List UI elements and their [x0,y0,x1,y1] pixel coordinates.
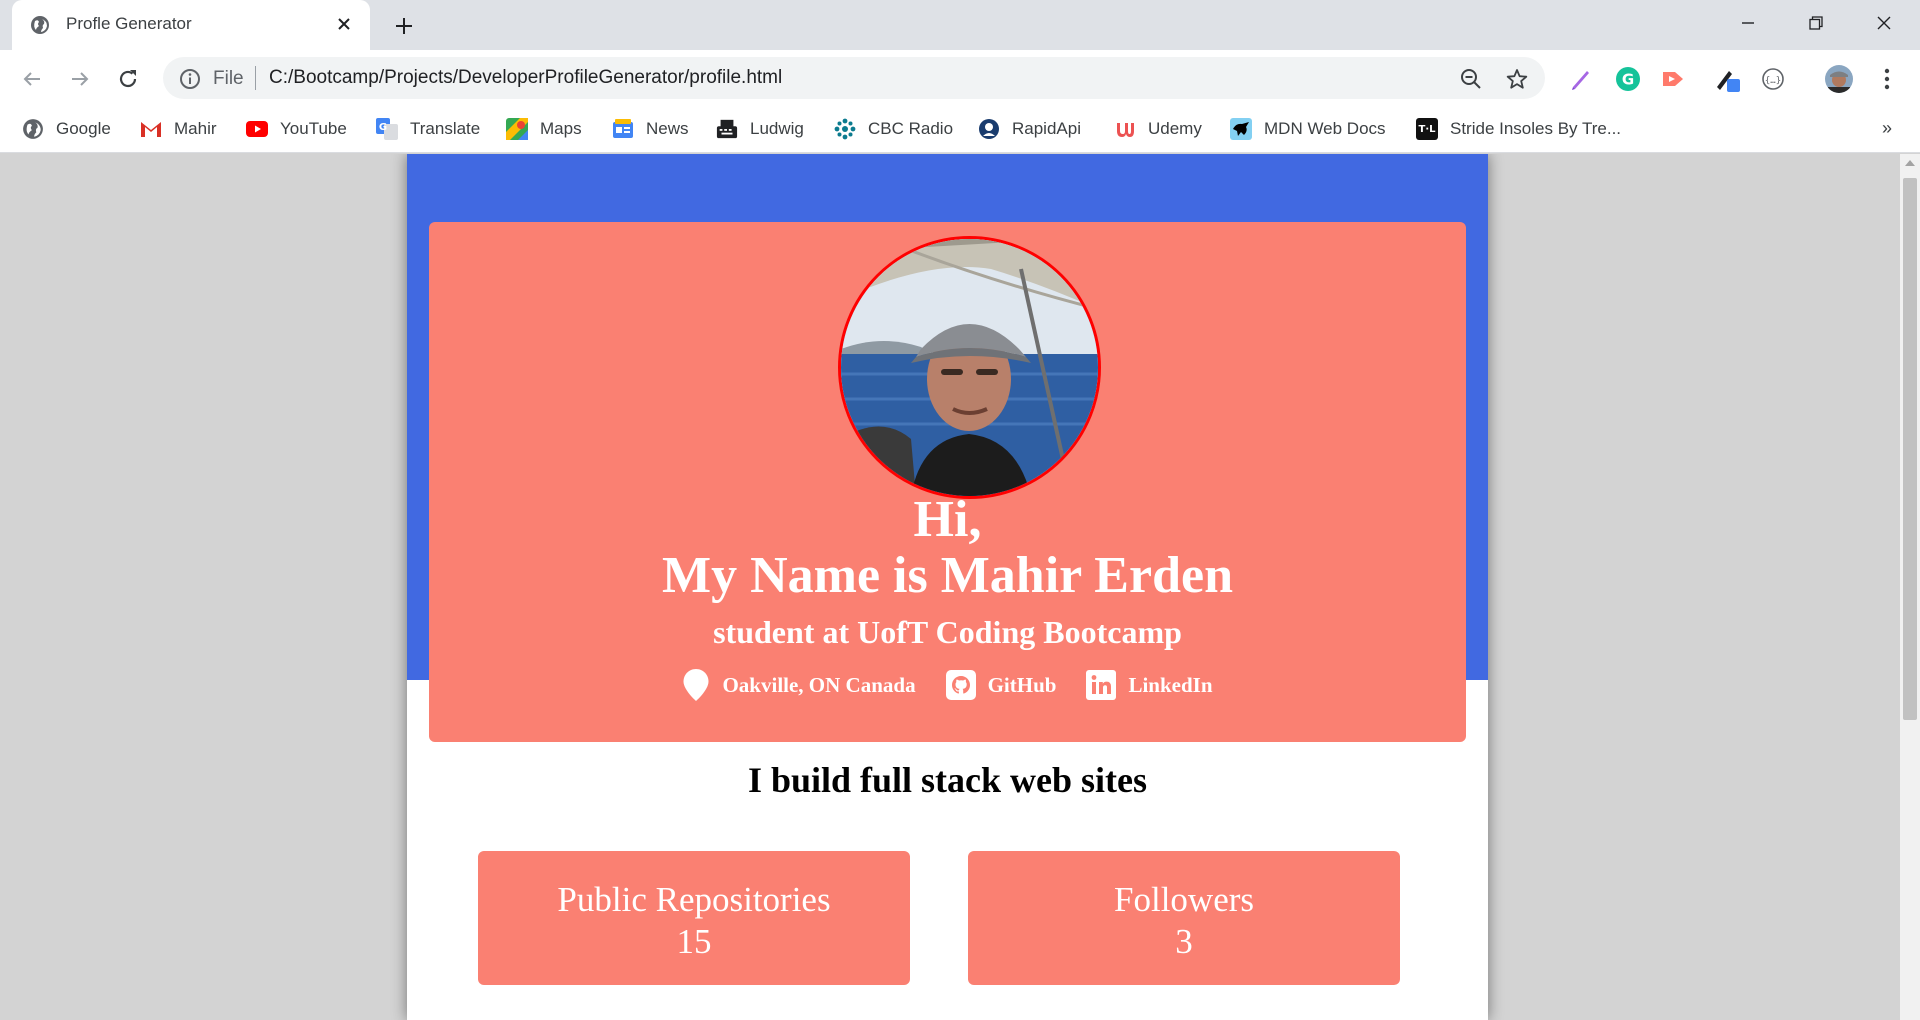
bookmark-label: YouTube [280,119,347,138]
cbc-icon [834,118,856,140]
page-viewport: Hi, My Name is Mahir Erden student at Uo… [0,154,1900,1020]
bookmark-star-icon[interactable] [1505,67,1529,91]
google-globe-icon [22,118,44,140]
mdn-icon [1230,118,1252,140]
bookmark-ludwig[interactable]: Ludwig [716,116,804,142]
browser-toolbar: File C:/Bootcamp/Projects/DeveloperProfi… [0,50,1920,106]
profile-avatar-icon[interactable] [1824,64,1854,94]
bookmarks-overflow-chevron-icon[interactable]: » [1882,118,1892,139]
bookmark-stride-insoles[interactable]: T·L Stride Insoles By Tre... [1416,116,1621,142]
bookmark-youtube[interactable]: YouTube [246,116,347,142]
rapidapi-icon [978,118,1000,140]
json-viewer-extension-icon[interactable]: {…} [1758,64,1788,94]
bookmark-google[interactable]: Google [22,116,111,142]
tl-icon: T·L [1416,118,1438,140]
restore-icon[interactable] [1796,10,1836,36]
maps-icon [506,118,528,140]
bookmarks-bar: Google Mahir YouTube G Translate Maps Ne… [0,106,1920,153]
scheme-label: File [213,68,244,89]
grammarly-icon[interactable]: G [1613,64,1643,94]
pen-extension-icon[interactable] [1566,64,1596,94]
bookmark-udemy[interactable]: Udemy [1114,116,1202,142]
tab-strip: Profle Generator [0,0,1920,50]
stat-value: 3 [1175,922,1193,961]
minimize-icon[interactable] [1728,10,1768,36]
omnibox-divider [255,66,256,90]
stat-card-followers: Followers 3 [968,851,1400,985]
bookmark-label: Ludwig [750,119,804,138]
news-icon [612,118,634,140]
bookmark-label: RapidApi [1012,119,1081,138]
close-window-icon[interactable] [1864,10,1904,36]
translate-icon: G [376,118,398,140]
bio-heading: I build full stack web sites [747,760,1148,800]
greeting-heading: Hi, [913,491,982,548]
bookmark-label: CBC Radio [868,119,954,138]
linkedin-label: LinkedIn [1128,672,1213,697]
youtube-icon [246,118,268,140]
github-icon [945,670,976,700]
svg-text:{…}: {…} [1765,76,1781,86]
stat-label: Public Repositories [557,880,831,919]
name-heading: My Name is Mahir Erden [662,547,1233,604]
tab-title: Profle Generator [66,14,192,33]
address-bar[interactable]: File C:/Bootcamp/Projects/DeveloperProfi… [163,57,1545,99]
url-text[interactable]: C:/Bootcamp/Projects/DeveloperProfileGen… [269,67,782,89]
location-link[interactable]: Oakville, ON Canada [682,668,916,702]
kebab-menu-icon[interactable] [1872,64,1902,94]
bookmark-translate[interactable]: G Translate [376,116,480,142]
reload-icon[interactable] [112,63,144,95]
scroll-up-arrow-icon[interactable] [1905,160,1915,166]
new-tab-plus-icon[interactable] [390,12,418,40]
profile-photo-image [841,239,1098,496]
profile-card: Hi, My Name is Mahir Erden student at Uo… [429,222,1466,742]
eyedropper-extension-icon[interactable] [1712,64,1742,94]
bookmark-cbc-radio[interactable]: CBC Radio [834,116,953,142]
bookmark-label: News [646,119,689,138]
bookmark-label: Maps [540,119,582,138]
bookmark-label: Mahir [174,119,217,138]
subtitle-heading: student at UofT Coding Bootcamp [713,614,1182,650]
scrollbar-thumb[interactable] [1903,178,1917,720]
close-tab-icon[interactable] [332,12,356,36]
forward-arrow-icon[interactable] [64,63,96,95]
bookmark-mdn-web-docs[interactable]: MDN Web Docs [1230,116,1386,142]
back-arrow-icon[interactable] [16,63,48,95]
zoom-out-icon[interactable] [1459,67,1483,91]
bookmark-label: Translate [410,119,481,138]
bookmark-mahir[interactable]: Mahir [140,116,217,142]
bookmark-label: Udemy [1148,119,1202,138]
stat-card-public-repositories: Public Repositories 15 [478,851,910,985]
page-scrollbar[interactable] [1900,154,1920,1020]
udemy-icon [1114,118,1136,140]
bookmark-news[interactable]: News [612,116,689,142]
stat-label: Followers [1114,880,1254,919]
svg-text:G: G [379,122,387,133]
location-text: Oakville, ON Canada [722,672,916,697]
stat-value: 15 [676,922,712,961]
globe-icon [31,16,49,34]
info-icon[interactable] [179,68,201,90]
profile-photo [838,236,1101,499]
linkedin-icon [1086,670,1117,700]
github-link[interactable]: GitHub [945,670,1057,700]
profile-page: Hi, My Name is Mahir Erden student at Uo… [407,154,1488,1020]
bookmark-label: MDN Web Docs [1264,119,1386,138]
screencast-extension-icon[interactable] [1659,64,1689,94]
bookmark-label: Stride Insoles By Tre... [1450,119,1622,138]
tab-profile-generator[interactable]: Profle Generator [12,0,370,50]
svg-text:G: G [1622,71,1634,89]
bookmark-maps[interactable]: Maps [506,116,582,142]
profile-links: Oakville, ON Canada GitHub LinkedIn [429,668,1466,702]
bookmark-label: Google [56,119,111,138]
linkedin-link[interactable]: LinkedIn [1086,670,1213,700]
bookmark-rapidapi[interactable]: RapidApi [978,116,1081,142]
map-pin-icon [683,669,709,701]
gmail-icon [140,118,162,140]
github-label: GitHub [987,672,1057,697]
typewriter-icon [716,118,738,140]
